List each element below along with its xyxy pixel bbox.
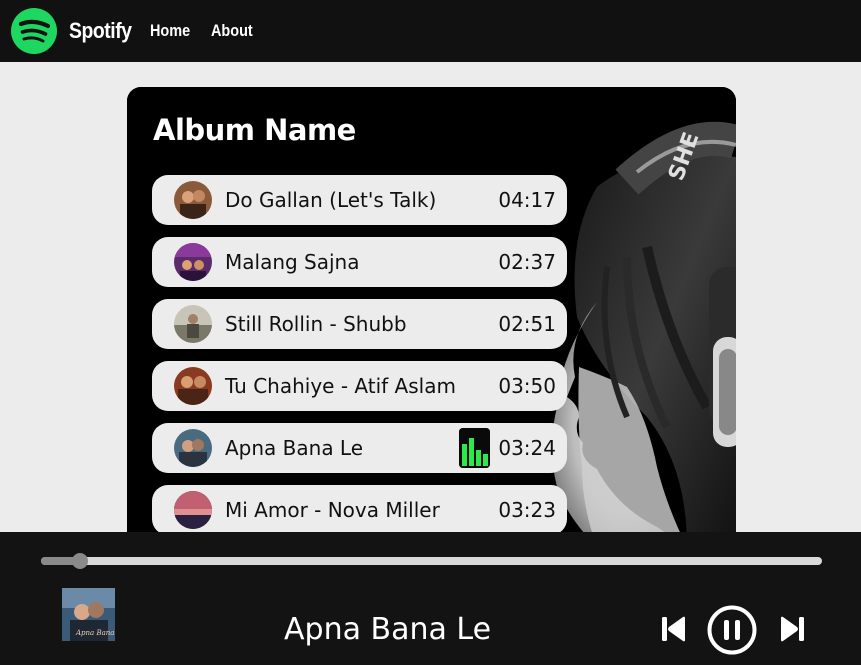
svg-text:Apna Bana Le: Apna Bana Le <box>75 629 115 637</box>
song-name: Do Gallan (Let's Talk) <box>225 188 437 212</box>
song-item[interactable]: Still Rollin - Shubb 02:51 <box>152 299 567 349</box>
nav-home-link[interactable]: Home <box>150 21 190 41</box>
song-item[interactable]: Malang Sajna 02:37 <box>152 237 567 287</box>
now-playing-title: Apna Bana Le <box>284 612 492 647</box>
song-item-playing[interactable]: Apna Bana Le 03:24 <box>152 423 567 473</box>
song-duration: 02:37 <box>498 250 556 274</box>
pause-icon[interactable] <box>707 605 757 655</box>
song-thumbnail <box>174 305 212 343</box>
song-item[interactable]: Mi Amor - Nova Miller 03:23 <box>152 485 567 535</box>
song-name: Malang Sajna <box>225 250 360 274</box>
song-thumbnail <box>174 243 212 281</box>
album-card: SHE Album Name Do Gallan (Let's Talk) 04… <box>127 87 736 547</box>
navbar: Spotify Home About <box>0 0 861 62</box>
song-name: Tu Chahiye - Atif Aslam <box>225 374 456 398</box>
progress-thumb[interactable] <box>72 553 89 569</box>
song-name: Mi Amor - Nova Miller <box>225 498 440 522</box>
progress-slider[interactable] <box>41 553 822 569</box>
equalizer-icon <box>459 428 490 468</box>
album-title: Album Name <box>153 113 356 147</box>
song-thumbnail <box>174 429 212 467</box>
brand-name[interactable]: Spotify <box>69 18 132 44</box>
song-item[interactable]: Do Gallan (Let's Talk) 04:17 <box>152 175 567 225</box>
song-name: Apna Bana Le <box>225 436 364 460</box>
song-duration: 03:23 <box>498 498 556 522</box>
song-thumbnail <box>174 491 212 529</box>
now-playing-thumbnail: Apna Bana Le <box>62 588 115 641</box>
song-duration: 04:17 <box>498 188 556 212</box>
spotify-logo-icon[interactable] <box>11 8 57 54</box>
song-duration: 02:51 <box>498 312 556 336</box>
player-bar: Apna Bana Le Apna Bana Le <box>0 532 861 665</box>
song-thumbnail <box>174 367 212 405</box>
song-duration: 03:24 <box>498 436 556 460</box>
song-thumbnail <box>174 181 212 219</box>
previous-icon[interactable] <box>662 615 686 643</box>
song-name: Still Rollin - Shubb <box>225 312 407 336</box>
next-icon[interactable] <box>780 615 804 643</box>
nav-about-link[interactable]: About <box>211 21 253 41</box>
song-item[interactable]: Tu Chahiye - Atif Aslam 03:50 <box>152 361 567 411</box>
song-duration: 03:50 <box>498 374 556 398</box>
